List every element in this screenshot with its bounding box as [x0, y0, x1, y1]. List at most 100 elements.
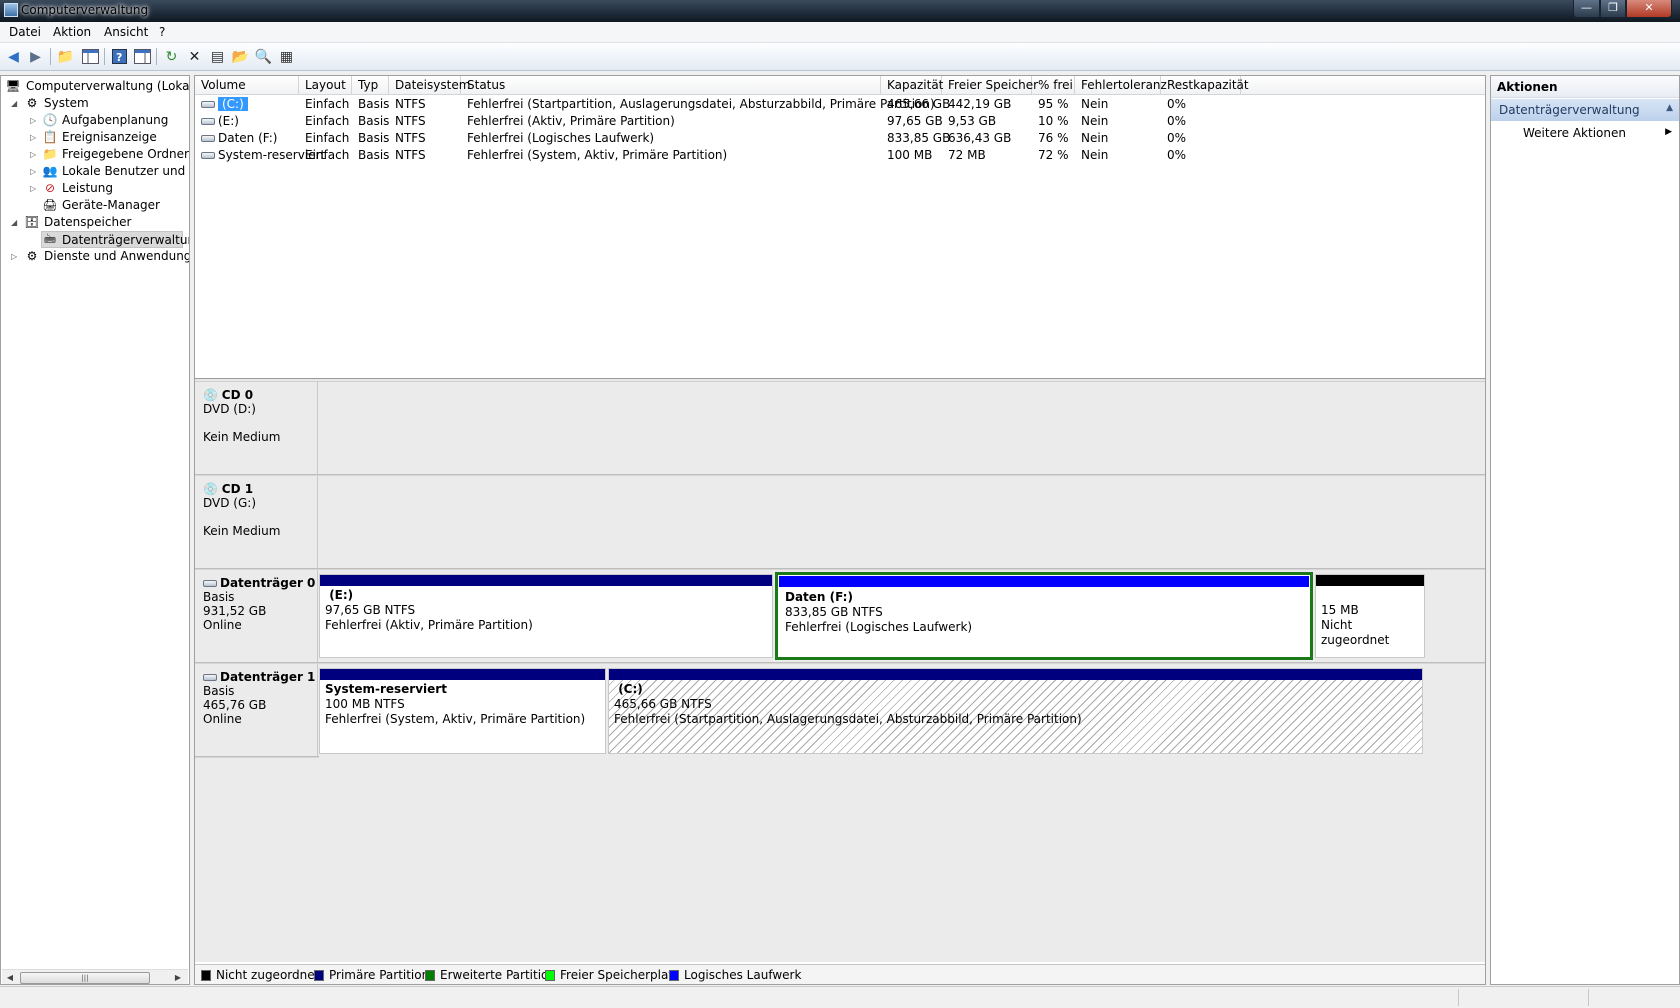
col-fehlertoleranz[interactable]: Fehlertoleranz — [1075, 76, 1167, 95]
col-volume[interactable]: Volume — [195, 76, 299, 95]
table-row[interactable]: (E:) Einfach Basis NTFS Fehlerfrei (Akti… — [195, 113, 1485, 130]
expand-arrow-icon[interactable]: ▷ — [11, 248, 21, 265]
legend-item: Freier Speicherplatz — [545, 968, 679, 982]
disk-label-1[interactable]: Datenträger 1 Basis 465,76 GB Online — [195, 664, 318, 756]
scroll-left-icon[interactable]: ◀ — [3, 971, 17, 984]
submenu-arrow-icon: ▶ — [1665, 127, 1672, 137]
up-folder-icon[interactable]: 📁 — [56, 47, 75, 66]
col-layout[interactable]: Layout — [299, 76, 352, 95]
legend-item: Erweiterte Partition — [425, 968, 556, 982]
expand-arrow-icon[interactable]: ▷ — [30, 129, 40, 146]
performance-icon: ⊘ — [44, 181, 56, 195]
partition-f[interactable]: Daten (F:) 833,85 GB NTFS Fehlerfrei (Lo… — [775, 572, 1313, 660]
toolbar: ◀ ▶ 📁 ? ↻ ✕ ▤ 📂 🔍 ▦ — [0, 43, 1680, 71]
back-arrow-icon[interactable]: ◀ — [4, 47, 23, 66]
hard-disk-icon — [203, 580, 217, 587]
partition-e[interactable]: (E:) 97,65 GB NTFS Fehlerfrei (Aktiv, Pr… — [319, 574, 773, 658]
collapse-arrow-icon[interactable]: ◢ — [11, 214, 21, 231]
more-actions-item[interactable]: Weitere Aktionen ▶ — [1491, 123, 1679, 143]
disk-graphical-view: 💿 CD 0 DVD (D:) Kein Medium 💿 CD 1 DVD (… — [195, 382, 1485, 962]
drive-icon — [201, 101, 215, 108]
properties-icon[interactable]: ▤ — [208, 47, 227, 66]
col-prozent-frei[interactable]: % frei — [1032, 76, 1075, 95]
toolbar-separator — [156, 48, 157, 65]
hard-disk-icon — [203, 674, 217, 681]
legend-item: Logisches Laufwerk — [669, 968, 801, 982]
legend-item: Primäre Partition — [314, 968, 429, 982]
delete-icon[interactable]: ✕ — [185, 47, 204, 66]
title-bar: Computerverwaltung — ❐ ✕ — [0, 0, 1680, 22]
expand-arrow-icon[interactable]: ▷ — [30, 163, 40, 180]
partition-bar — [1316, 575, 1424, 586]
refresh-icon[interactable]: ↻ — [162, 47, 181, 66]
menu-aktion[interactable]: Aktion — [53, 25, 91, 39]
expand-arrow-icon[interactable]: ▷ — [30, 146, 40, 163]
window-title: Computerverwaltung — [21, 3, 149, 17]
shared-folder-icon: 📁 — [42, 147, 58, 161]
partition-system-reserviert[interactable]: System-reserviert 100 MB NTFS Fehlerfrei… — [319, 668, 606, 754]
col-status[interactable]: Status — [461, 76, 881, 95]
close-button[interactable]: ✕ — [1626, 0, 1672, 18]
cd-drive-icon: 💿 — [203, 388, 218, 402]
legend-swatch — [425, 970, 435, 981]
disk-body-1: System-reserviert 100 MB NTFS Fehlerfrei… — [319, 664, 1485, 756]
disk-label-0[interactable]: Datenträger 0 Basis 931,52 GB Online — [195, 570, 318, 662]
search-icon[interactable]: 🔍 — [254, 47, 273, 66]
table-row[interactable]: (C:) Einfach Basis NTFS Fehlerfrei (Star… — [195, 96, 1485, 113]
disk-body-cd0 — [319, 382, 1485, 474]
show-hide-tree-icon[interactable] — [81, 47, 100, 66]
disk-label-cd0[interactable]: 💿 CD 0 DVD (D:) Kein Medium — [195, 382, 318, 474]
forward-arrow-icon[interactable]: ▶ — [26, 47, 45, 66]
disk-label-cd1[interactable]: 💿 CD 1 DVD (G:) Kein Medium — [195, 476, 318, 568]
menu-datei[interactable]: Datei — [9, 25, 41, 39]
legend-item: Nicht zugeordnet — [201, 968, 319, 982]
minimize-button[interactable]: — — [1573, 0, 1600, 18]
toolbar-separator — [50, 48, 51, 65]
help-icon[interactable]: ? — [110, 47, 129, 66]
partition-c[interactable]: (C:) 465,66 GB NTFS Fehlerfrei (Startpar… — [608, 668, 1423, 754]
tree-item-datentraegerverwaltung[interactable]: 🖮 Datenträgerverwaltung — [41, 231, 189, 248]
disk-body-0: (E:) 97,65 GB NTFS Fehlerfrei (Aktiv, Pr… — [319, 570, 1485, 662]
drive-icon — [201, 152, 215, 159]
partition-bar — [609, 669, 1422, 680]
expand-arrow-icon[interactable]: ▷ — [30, 180, 40, 197]
partition-bar — [779, 576, 1309, 587]
col-restkapazitaet[interactable]: Restkapazität — [1161, 76, 1249, 95]
services-icon: ⚙ — [26, 249, 38, 263]
drive-icon — [201, 135, 215, 142]
horizontal-scrollbar[interactable]: ◀ ||| ▶ — [2, 969, 188, 984]
partition-unallocated[interactable]: 15 MB Nicht zugeordnet — [1315, 574, 1425, 658]
actions-section-header[interactable]: Datenträgerverwaltung ▲ — [1491, 99, 1679, 121]
scrollbar-thumb[interactable]: ||| — [20, 972, 150, 984]
collapse-arrow-icon[interactable]: ◢ — [11, 95, 21, 112]
volume-table-header: Volume Layout Typ Dateisystem Status Kap… — [195, 76, 1485, 95]
expand-arrow-icon[interactable]: ▷ — [30, 112, 40, 129]
menu-help[interactable]: ? — [159, 25, 165, 39]
clock-icon: 🕓 — [42, 113, 58, 127]
show-hide-action-pane-icon[interactable] — [133, 47, 152, 66]
col-freier-speicher[interactable]: Freier Speicher — [942, 76, 1038, 95]
col-typ[interactable]: Typ — [352, 76, 389, 95]
table-row[interactable]: Daten (F:) Einfach Basis NTFS Fehlerfrei… — [195, 130, 1485, 147]
legend-swatch — [545, 970, 555, 981]
disk-body-cd1 — [319, 476, 1485, 568]
legend-swatch — [669, 970, 679, 981]
export-icon[interactable]: ▦ — [277, 47, 296, 66]
menu-bar: Datei Aktion Ansicht ? — [0, 22, 1680, 43]
table-row[interactable]: System-reserviert Einfach Basis NTFS Feh… — [195, 147, 1485, 164]
collapse-caret-icon[interactable]: ▲ — [1666, 103, 1673, 113]
menu-ansicht[interactable]: Ansicht — [104, 25, 148, 39]
col-kapazitaet[interactable]: Kapazität — [881, 76, 943, 95]
col-dateisystem[interactable]: Dateisystem — [389, 76, 470, 95]
disk-management-icon: 🖮 — [43, 232, 56, 246]
scroll-right-icon[interactable]: ▶ — [171, 971, 185, 984]
maximize-button[interactable]: ❐ — [1600, 0, 1626, 18]
disk-separator — [195, 756, 319, 758]
partition-bar — [320, 575, 772, 586]
actions-title: Aktionen — [1491, 76, 1679, 98]
cd-drive-icon: 💿 — [203, 482, 218, 496]
drive-icon — [201, 118, 215, 125]
open-icon[interactable]: 📂 — [231, 47, 250, 66]
partition-bar — [320, 669, 605, 680]
navigation-tree: 🖥 Computerverwaltung (Lokal) ◢ ⚙ System … — [0, 75, 190, 985]
